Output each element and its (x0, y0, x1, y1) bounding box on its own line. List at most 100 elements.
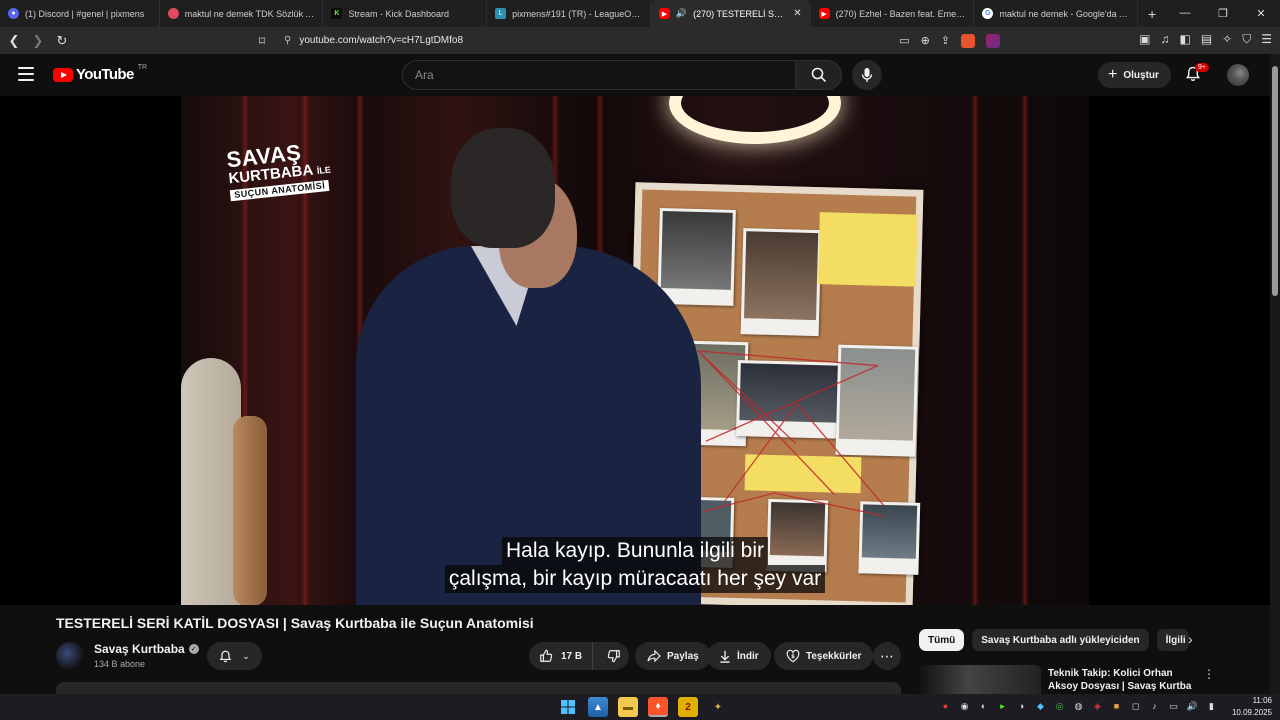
windows-start-icon[interactable] (558, 697, 578, 717)
url-text[interactable]: youtube.com/watch?v=cH7LgtDMfo8 (299, 35, 463, 46)
new-tab-button[interactable]: + (1138, 6, 1166, 22)
taskbar-clock[interactable]: 11:06 10.09.2025 (1228, 694, 1272, 719)
forward-icon[interactable]: ❯ (28, 33, 48, 49)
browser-tab[interactable]: ● (1) Discord | #genel | pixmens (0, 0, 160, 27)
battery-icon[interactable]: ▮ (1206, 700, 1217, 712)
tray-app-icon[interactable]: ◆ (1035, 700, 1046, 712)
chevron-right-icon[interactable]: › (1188, 631, 1193, 647)
reading-list-icon[interactable]: ◧ (1179, 32, 1190, 47)
minimize-icon[interactable]: — (1166, 7, 1204, 20)
search-input[interactable] (415, 68, 795, 82)
media-icon[interactable]: ♫ (1160, 32, 1169, 47)
channel-name: Savaş Kurtbaba (94, 642, 185, 656)
browser-tab[interactable]: G maktul ne demek - Google'da Ara (974, 0, 1139, 27)
youtube-masthead: YouTube TR + Oluştur 9+ (0, 54, 1270, 96)
maximize-icon[interactable]: ❐ (1204, 7, 1242, 20)
more-actions-button[interactable]: ⋯ (873, 642, 901, 670)
network-icon[interactable]: ▭ (1168, 700, 1179, 712)
share-page-icon[interactable]: ⇪ (941, 34, 950, 47)
guide-menu-icon[interactable] (18, 67, 34, 81)
youtube-favicon-icon: ▶ (658, 8, 670, 19)
download-button[interactable]: İndir (707, 642, 771, 670)
share-button[interactable]: Paylaş (635, 642, 711, 670)
wallet-icon[interactable]: ▤ (1201, 32, 1212, 47)
chip-related[interactable]: İlgili (1156, 629, 1189, 651)
more-vertical-icon[interactable]: ⋮ (1203, 667, 1215, 681)
account-avatar[interactable] (1227, 64, 1249, 86)
description-box[interactable] (56, 682, 901, 694)
tray-app-icon[interactable]: ■ (1111, 700, 1122, 712)
voice-search-button[interactable] (852, 60, 882, 90)
volume-icon[interactable]: 🔊 (1187, 700, 1198, 712)
like-button[interactable]: 17 B (529, 642, 594, 670)
youtube-favicon-icon: ▶ (818, 8, 830, 19)
brave-shields-icon[interactable] (961, 33, 975, 48)
browser-tab[interactable]: L pixmens#191 (TR) - LeagueOfGraphs (487, 0, 651, 27)
scrollbar-thumb[interactable] (1272, 66, 1278, 296)
dislike-button[interactable] (599, 649, 629, 663)
channel-avatar[interactable] (56, 642, 84, 670)
browser-tab-active[interactable]: ▶ 🔊 (270) TESTERELİ SERİ KATİL D ✕ (650, 0, 811, 27)
search-button[interactable] (796, 60, 842, 90)
recommended-video-title[interactable]: Teknik Takip: Kolici Orhan Aksoy Dosyası… (1048, 667, 1198, 693)
tray-app-icon[interactable]: ◈ (1092, 700, 1103, 712)
cast-icon[interactable]: ▭ (899, 34, 909, 47)
close-tab-icon[interactable]: ✕ (793, 8, 801, 19)
close-window-icon[interactable]: ✕ (1242, 7, 1280, 20)
notifications-button[interactable]: 9+ (1185, 63, 1209, 84)
tray-app-icon[interactable]: ◻ (1130, 700, 1141, 712)
site-info-icon[interactable]: ⚲ (284, 35, 291, 46)
browser-tab[interactable]: K Stream - Kick Dashboard (323, 0, 488, 27)
steam-icon[interactable]: ◐ (978, 700, 989, 712)
window-controls: — ❐ ✕ (1166, 7, 1280, 20)
tab-title: (270) TESTERELİ SERİ KATİL D (693, 8, 788, 19)
svg-text:$: $ (791, 654, 795, 660)
video-title: TESTERELİ SERİ KATİL DOSYASI | Savaş Kur… (56, 615, 534, 631)
zoom-icon[interactable]: ⊕ (921, 34, 930, 47)
brave-rewards-icon[interactable] (986, 33, 1000, 48)
address-bar[interactable]: ⌑ ⚲ youtube.com/watch?v=cH7LgtDMfo8 ▭ ⊕ … (252, 30, 1000, 51)
back-icon[interactable]: ❮ (4, 33, 24, 49)
page-scrollbar[interactable] (1270, 54, 1280, 694)
tray-app-icon[interactable]: ◉ (959, 700, 970, 712)
leo-ai-icon[interactable]: ✧ (1222, 32, 1232, 47)
video-player[interactable]: SAVAŞ KURTBABA İLE SUÇUN ANATOMİSİ Hala … (0, 96, 1270, 605)
tray-app-icon[interactable]: ◎ (1054, 700, 1065, 712)
download-label: İndir (737, 650, 759, 662)
ring-light (669, 96, 841, 144)
chevron-down-icon: ⌄ (242, 650, 250, 661)
tray-app-icon[interactable]: ● (940, 700, 951, 712)
browser-tab[interactable]: ▶ (270) Ezhel - Bazen feat. Emel - YouT (811, 0, 975, 27)
league-client-icon[interactable]: ✦ (708, 697, 728, 717)
thanks-button[interactable]: $ Teşekkürler (774, 642, 874, 670)
sidebar-panel-icon[interactable]: ▣ (1139, 32, 1150, 47)
gallery-app-icon[interactable]: ▲ (588, 697, 608, 717)
chip-all[interactable]: Tümü (919, 629, 965, 651)
search-bar (402, 60, 842, 90)
browser-tab[interactable]: maktul ne demek TDK Sözlük Anlamı (160, 0, 324, 27)
channel-name-link[interactable]: Savaş Kurtbaba ✓ (94, 642, 199, 656)
video-thumbnail[interactable] (919, 665, 1041, 695)
youtube-logo[interactable]: YouTube TR (53, 64, 147, 83)
vpn-icon[interactable]: ⛉ (1242, 32, 1251, 47)
reload-icon[interactable]: ↻ (52, 33, 72, 49)
bookmark-icon[interactable]: ⌑ (252, 34, 272, 48)
notification-badge: 9+ (1195, 63, 1209, 72)
heart-dollar-icon: $ (786, 649, 800, 663)
chip-from-uploader[interactable]: Savaş Kurtbaba adlı yükleyiciden (972, 629, 1149, 651)
tray-app-icon[interactable]: ▸ (997, 700, 1008, 712)
browser-menu-icon[interactable]: ☰ (1261, 32, 1272, 47)
tray-app-icon[interactable]: ◍ (1073, 700, 1084, 712)
tab-title: (1) Discord | #genel | pixmens (25, 8, 145, 19)
tray-app-icon[interactable]: ◑ (1016, 700, 1027, 712)
brave-browser-icon[interactable]: ♦ (648, 697, 668, 717)
create-button[interactable]: + Oluştur (1098, 62, 1171, 88)
game-app-icon[interactable]: 2 (678, 697, 698, 717)
video-frame[interactable]: SAVAŞ KURTBABA İLE SUÇUN ANATOMİSİ (181, 96, 1089, 605)
file-explorer-icon[interactable]: ▬ (618, 697, 638, 717)
recommended-video[interactable]: Teknik Takip: Kolici Orhan Aksoy Dosyası… (919, 665, 1219, 695)
subscription-bell-button[interactable]: ⌄ (207, 642, 262, 670)
microphone-icon[interactable]: ♪ (1149, 700, 1160, 712)
tab-title: (270) Ezhel - Bazen feat. Emel - YouT (835, 8, 966, 19)
system-tray: ● ◉ ◐ ▸ ◑ ◆ ◎ ◍ ◈ ■ ◻ ♪ ▭ 🔊 ▮ (940, 700, 1217, 712)
